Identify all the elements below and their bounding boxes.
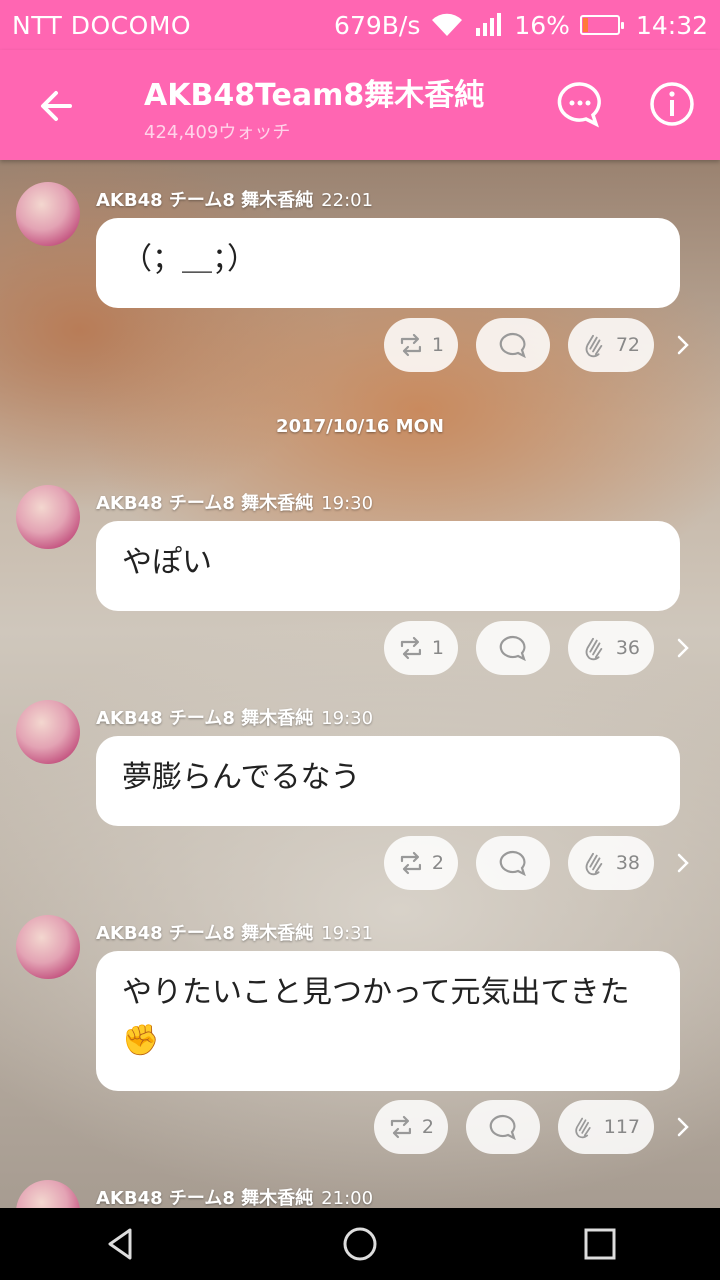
message-time: 19:30	[321, 493, 374, 514]
clap-button[interactable]: 72	[568, 318, 654, 372]
retweet-button[interactable]: 2	[374, 1100, 448, 1154]
chevron-right-icon[interactable]	[672, 1116, 694, 1138]
retweet-icon	[390, 1115, 412, 1139]
clap-count: 36	[615, 637, 640, 659]
chevron-right-icon[interactable]	[672, 852, 694, 874]
retweet-count: 2	[431, 852, 444, 874]
chevron-right-icon[interactable]	[672, 334, 694, 356]
retweet-button[interactable]: 1	[384, 318, 458, 372]
date-separator: 2017/10/16 MON	[276, 416, 444, 437]
reply-button[interactable]	[476, 836, 550, 890]
nav-home-icon[interactable]	[340, 1224, 380, 1264]
clap-count: 38	[615, 852, 640, 874]
reply-button[interactable]	[466, 1100, 540, 1154]
status-bar: NTT DOCOMO 679B/s 16% 14:32	[0, 0, 720, 50]
author-name: AKB48 チーム8 舞木香純	[96, 493, 314, 514]
chat-timeline[interactable]: AKB48 チーム8 舞木香純 22:01 （；＿；） 1 72 2017/10/…	[0, 160, 720, 1208]
network-speed: 679B/s	[334, 10, 421, 40]
avatar[interactable]	[16, 485, 80, 549]
system-nav-bar	[0, 1208, 720, 1280]
nav-back-icon[interactable]	[100, 1224, 140, 1264]
reply-bubble-icon	[499, 635, 526, 661]
clap-icon	[585, 334, 603, 358]
message-meta: AKB48 チーム8 舞木香純 19:30	[96, 704, 373, 730]
retweet-icon	[400, 333, 422, 357]
clock: 14:32	[635, 10, 708, 40]
retweet-count: 1	[431, 637, 444, 659]
author-name: AKB48 チーム8 舞木香純	[96, 708, 314, 729]
clap-icon	[575, 1117, 591, 1139]
clap-icon	[585, 637, 603, 661]
reply-bubble-icon	[489, 1114, 516, 1140]
nav-recents-icon[interactable]	[580, 1224, 620, 1264]
avatar[interactable]	[16, 700, 80, 764]
reply-bubble-icon	[499, 332, 526, 358]
reply-button[interactable]	[476, 621, 550, 675]
avatar[interactable]	[16, 1180, 80, 1208]
author-name: AKB48 チーム8 舞木香純	[96, 1188, 314, 1208]
message-meta: AKB48 チーム8 舞木香純 21:00	[96, 1184, 373, 1208]
message-meta: AKB48 チーム8 舞木香純 19:30	[96, 489, 373, 515]
retweet-icon	[400, 851, 422, 875]
app-header: AKB48Team8舞木香純 424,409ウォッチ	[0, 50, 720, 160]
avatar[interactable]	[16, 915, 80, 979]
reply-button[interactable]	[476, 318, 550, 372]
message-actions: 2 117	[374, 1100, 694, 1154]
message-actions: 1 36	[384, 621, 694, 675]
battery-icon	[579, 15, 624, 35]
message-time: 22:01	[321, 190, 374, 211]
comment-icon[interactable]	[556, 80, 604, 128]
carrier-name: NTT DOCOMO	[12, 10, 192, 40]
channel-title: AKB48Team8舞木香純	[144, 78, 485, 113]
message-meta: AKB48 チーム8 舞木香純 19:31	[96, 919, 373, 945]
signal-icon	[476, 13, 502, 36]
watcher-count: 424,409ウォッチ	[144, 122, 291, 143]
wifi-icon	[432, 13, 463, 37]
clap-count: 117	[603, 1116, 640, 1138]
retweet-count: 2	[421, 1116, 434, 1138]
avatar[interactable]	[16, 182, 80, 246]
clap-button[interactable]: 36	[568, 621, 654, 675]
message-bubble[interactable]: （；＿；）	[96, 218, 680, 308]
message-meta: AKB48 チーム8 舞木香純 22:01	[96, 186, 373, 212]
author-name: AKB48 チーム8 舞木香純	[96, 190, 314, 211]
message-bubble[interactable]: 夢膨らんでるなう	[96, 736, 680, 826]
retweet-count: 1	[431, 334, 444, 356]
retweet-button[interactable]: 1	[384, 621, 458, 675]
message-time: 19:31	[321, 923, 374, 944]
battery-percent: 16%	[514, 10, 570, 40]
chevron-right-icon[interactable]	[672, 637, 694, 659]
message-actions: 1 72	[384, 318, 694, 372]
back-arrow-icon[interactable]	[30, 80, 82, 132]
message-time: 21:00	[321, 1188, 374, 1208]
message-bubble[interactable]: やりたいこと見つかって元気出てきた✊	[96, 951, 680, 1091]
retweet-button[interactable]: 2	[384, 836, 458, 890]
author-name: AKB48 チーム8 舞木香純	[96, 923, 314, 944]
clap-button[interactable]: 38	[568, 836, 654, 890]
reply-bubble-icon	[499, 850, 526, 876]
retweet-icon	[400, 636, 422, 660]
message-actions: 2 38	[384, 836, 694, 890]
message-time: 19:30	[321, 708, 374, 729]
clap-icon	[585, 852, 603, 876]
clap-button[interactable]: 117	[558, 1100, 654, 1154]
clap-count: 72	[615, 334, 640, 356]
info-icon[interactable]	[648, 80, 696, 128]
message-bubble[interactable]: やぽい	[96, 521, 680, 611]
